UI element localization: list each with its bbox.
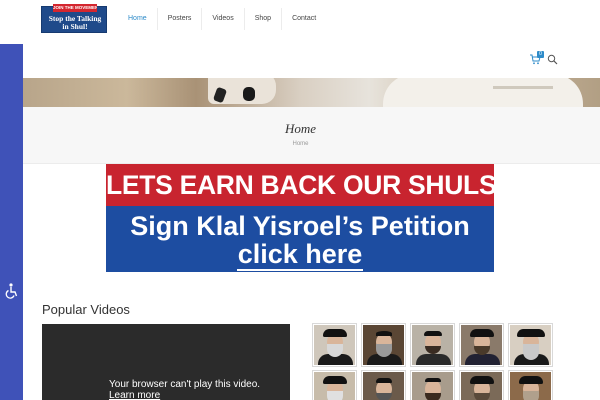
wheelchair-icon[interactable]: [4, 283, 19, 299]
thumb-figure: [465, 354, 500, 365]
site-header: JOIN THE MOVEMENT! Stop the Talking in S…: [0, 0, 600, 44]
page-title-band: Home Home: [23, 107, 600, 164]
thumbnail-image: [461, 325, 502, 365]
thumb-figure: [519, 376, 543, 384]
video-thumbnail[interactable]: [508, 370, 553, 400]
thumb-figure: [523, 344, 539, 360]
thumb-figure: [517, 329, 545, 337]
thumbnail-image: [510, 325, 551, 365]
thumb-figure: [424, 331, 442, 336]
popular-videos-heading: Popular Videos: [42, 302, 130, 317]
nav-item-home[interactable]: Home: [118, 8, 157, 30]
site-logo[interactable]: JOIN THE MOVEMENT! Stop the Talking in S…: [41, 4, 107, 33]
petition-cta: Sign Klal Yisroel’s Petition click here: [106, 206, 494, 272]
thumb-figure: [376, 378, 392, 383]
thumb-figure: [474, 393, 490, 400]
video-thumbnail[interactable]: [508, 323, 553, 367]
breadcrumb[interactable]: Home: [23, 141, 578, 147]
hero-image: [23, 78, 600, 107]
video-player[interactable]: Your browser can't play this video. Lear…: [42, 324, 290, 400]
thumbnail-image: [363, 372, 404, 400]
thumbnail-image: [412, 325, 453, 365]
search-icon[interactable]: [547, 52, 558, 65]
video-thumbnail[interactable]: [361, 370, 406, 400]
video-thumbnail[interactable]: [312, 370, 357, 400]
thumb-figure: [425, 393, 441, 400]
petition-headline: LETS EARN BACK OUR SHULS!: [106, 164, 505, 206]
petition-banner[interactable]: LETS EARN BACK OUR SHULS! Sign Klal Yisr…: [106, 164, 505, 272]
thumb-figure: [470, 329, 494, 337]
logo-line-2: in Shul!: [62, 22, 88, 31]
nav-item-contact[interactable]: Contact: [281, 8, 326, 30]
page: JOIN THE MOVEMENT! Stop the Talking in S…: [0, 0, 600, 400]
video-thumbnail[interactable]: [361, 323, 406, 367]
thumb-figure: [425, 378, 441, 382]
thumbnail-image: [461, 372, 502, 400]
video-thumbnail[interactable]: [410, 370, 455, 400]
video-thumbnail[interactable]: [459, 323, 504, 367]
thumbnail-image: [363, 325, 404, 365]
video-thumbnail[interactable]: [312, 323, 357, 367]
thumb-figure: [376, 331, 392, 336]
hero-tallis-stripe: [493, 86, 553, 89]
nav-item-videos[interactable]: Videos: [201, 8, 243, 30]
hero-tallis: [383, 78, 583, 107]
video-player-message: Your browser can't play this video.: [109, 379, 261, 390]
cart-count-badge: 0: [537, 51, 544, 58]
thumb-figure: [323, 329, 347, 337]
thumb-figure: [323, 376, 347, 384]
thumb-figure: [425, 346, 441, 354]
thumb-figure: [416, 354, 451, 365]
accessibility-toolbar[interactable]: [0, 44, 23, 400]
logo-banner: JOIN THE MOVEMENT!: [53, 4, 97, 12]
thumbnail-image: [314, 372, 355, 400]
hero-tefillin-strap: [243, 87, 255, 101]
petition-link-wrap: click here: [106, 239, 494, 271]
thumb-figure: [470, 376, 494, 384]
video-learn-more-link[interactable]: Learn more: [109, 390, 160, 400]
nav-item-posters[interactable]: Posters: [156, 8, 202, 30]
video-thumbnail[interactable]: [410, 323, 455, 367]
thumb-figure: [327, 391, 343, 400]
thumb-figure: [523, 391, 539, 400]
nav-item-shop[interactable]: Shop: [243, 8, 281, 30]
main-nav: Home Posters Videos Shop Contact: [118, 8, 326, 30]
thumbnail-image: [314, 325, 355, 365]
video-thumbnail[interactable]: [459, 370, 504, 400]
page-title: Home: [284, 121, 317, 136]
petition-click-here-link[interactable]: click here: [236, 239, 364, 271]
thumbnail-image: [510, 372, 551, 400]
thumb-figure: [376, 393, 392, 400]
video-thumbnails: [312, 323, 562, 400]
thumbnail-image: [412, 372, 453, 400]
petition-sign-text: Sign Klal Yisroel’s Petition: [130, 211, 470, 241]
